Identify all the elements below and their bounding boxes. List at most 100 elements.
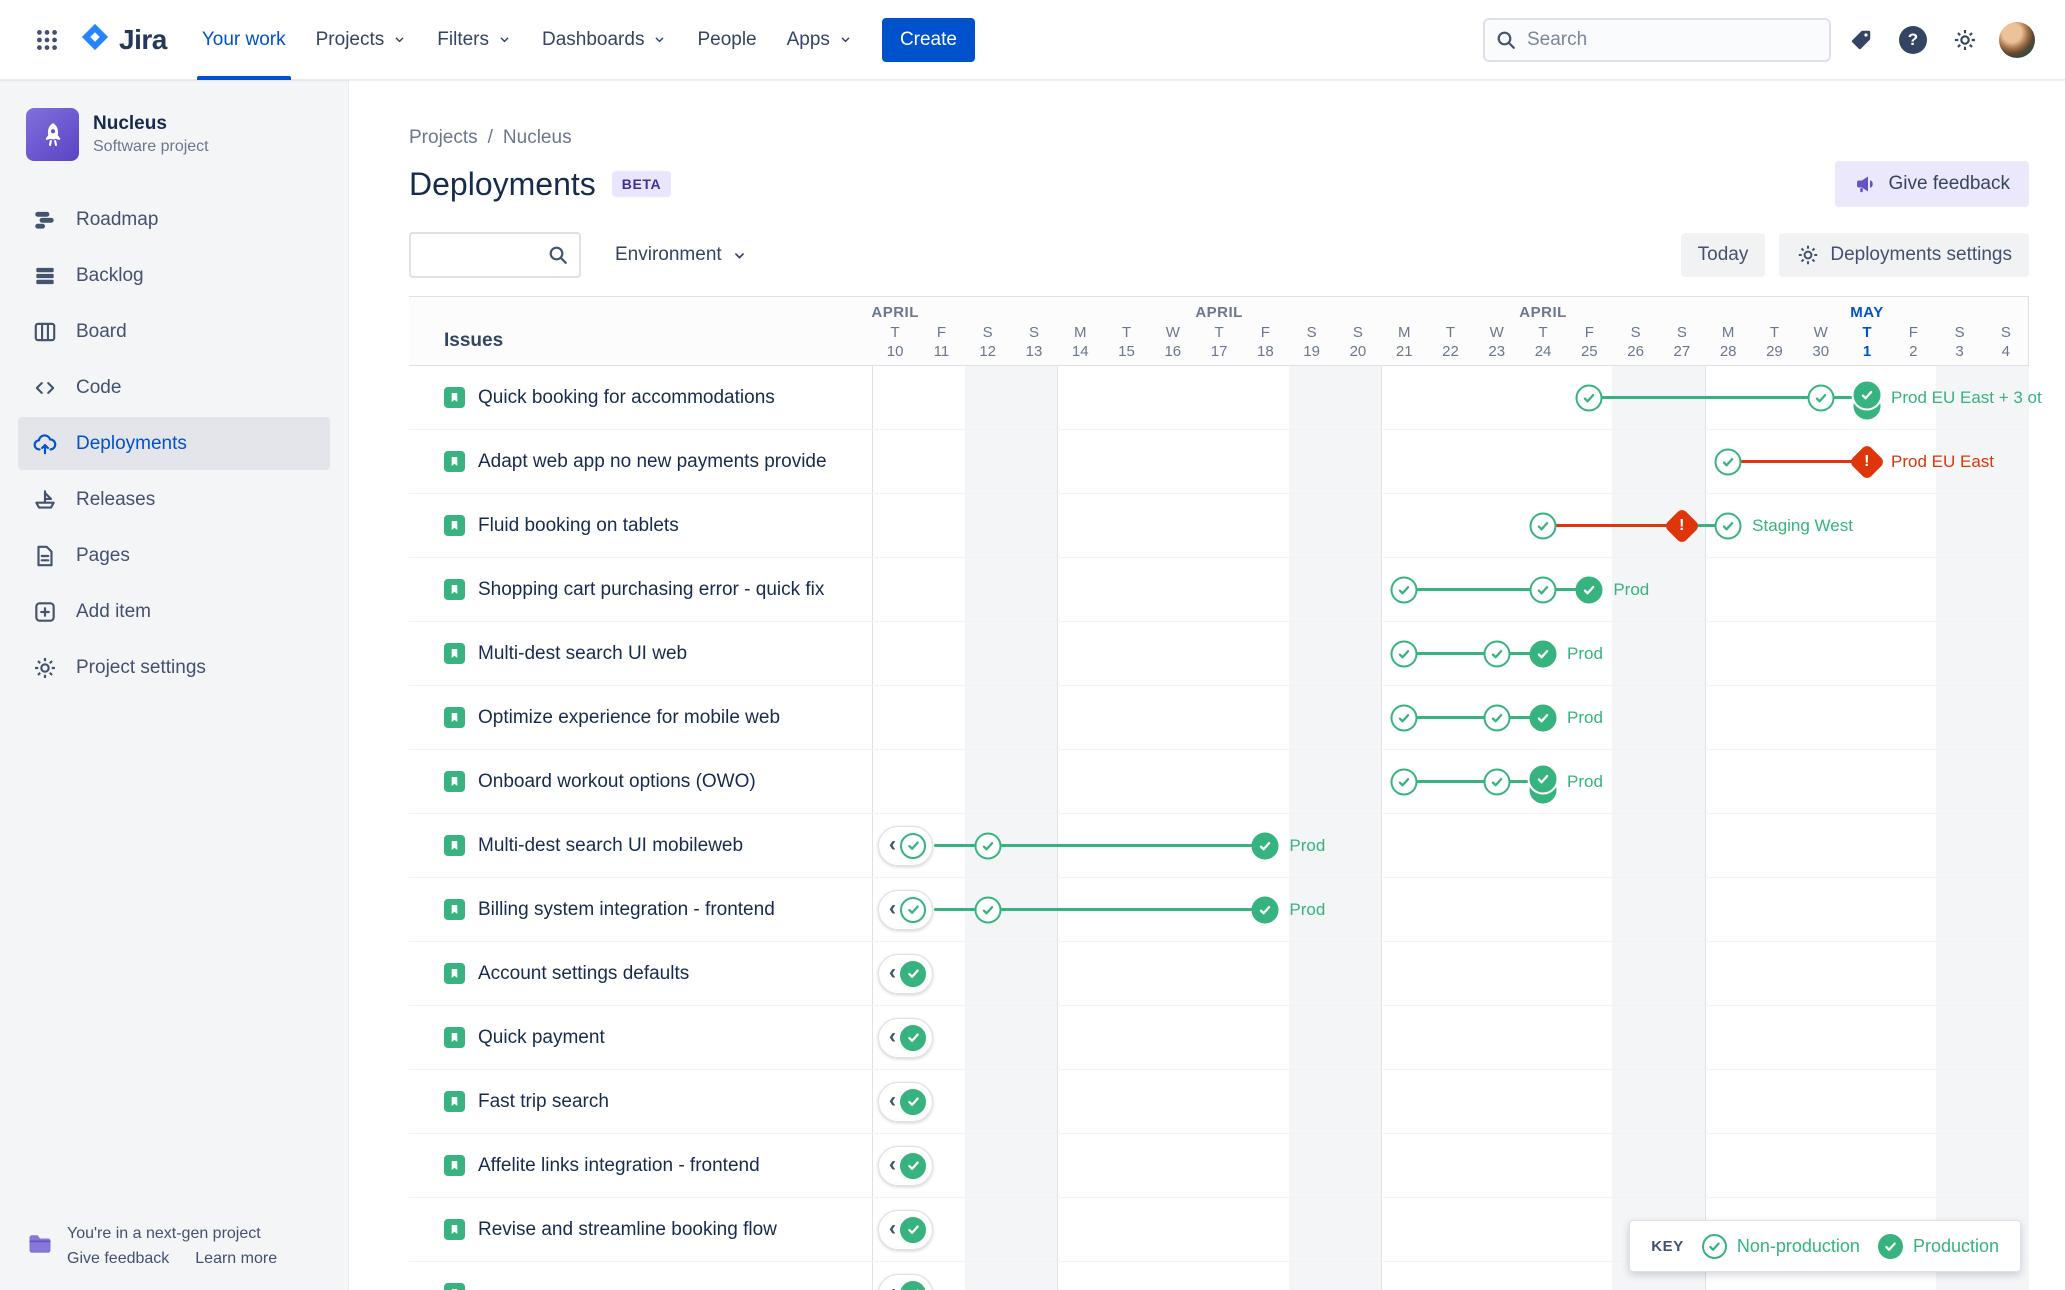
deployment-check-filled[interactable] (900, 1152, 926, 1179)
profile-button[interactable] (1995, 18, 2039, 62)
deployment-check-outline[interactable] (1390, 704, 1418, 731)
issue-row[interactable]: Affelite links integration - frontend ‹ (409, 1134, 2028, 1198)
issue-row[interactable]: Billing system integration - frontend ‹ Pr… (409, 878, 2028, 942)
learn-more-link[interactable]: Learn more (195, 1250, 277, 1268)
chevron-down-icon (841, 37, 850, 43)
deployment-check-filled[interactable] (900, 960, 926, 987)
issue-row[interactable]: Multi-dest search UI mobileweb ‹ Prod (409, 814, 2028, 878)
deployment-check-outline[interactable] (1714, 512, 1742, 539)
give-feedback-button[interactable]: Give feedback (1834, 161, 2029, 207)
deployment-check-filled[interactable] (1251, 896, 1279, 923)
deployment-track: ‹ (872, 1134, 2029, 1197)
sidebar-item-deployments[interactable]: Deployments (18, 417, 330, 470)
story-icon (444, 1155, 465, 1176)
deployment-check-filled[interactable] (900, 1216, 926, 1243)
deployment-check-outline[interactable] (1575, 384, 1603, 411)
deployment-check-outline[interactable] (1390, 640, 1418, 667)
nav-apps[interactable]: Apps (772, 0, 868, 80)
chevron-down-icon (656, 37, 664, 43)
help-icon[interactable]: ? (1891, 18, 1935, 62)
deployment-check-filled[interactable] (1529, 640, 1557, 667)
deployment-check-outline[interactable] (1483, 768, 1511, 795)
nav-people[interactable]: People (682, 0, 771, 80)
app-switcher-icon[interactable] (26, 19, 68, 61)
deployment-check-filled[interactable] (1529, 704, 1557, 731)
collapsed-deployments-pill[interactable]: ‹ (878, 953, 933, 994)
issue-row[interactable]: Multi-dest search UI web Prod (409, 622, 2028, 686)
issue-row[interactable]: Onboard workout options (OWO) Prod (409, 750, 2028, 814)
breadcrumb-nucleus[interactable]: Nucleus (503, 127, 572, 149)
deployment-check-filled[interactable] (900, 1024, 926, 1051)
collapsed-deployments-pill[interactable]: ‹ (878, 825, 933, 866)
nav-your-work[interactable]: Your work (187, 0, 301, 80)
project-header[interactable]: Nucleus Software project (18, 108, 330, 161)
deployment-check-filled[interactable] (1575, 576, 1603, 603)
issue-row[interactable]: Account settings defaults ‹ (409, 942, 2028, 1006)
deployment-check-outline[interactable] (900, 832, 926, 859)
sidebar-item-code[interactable]: Code (18, 361, 330, 414)
sidebar-item-pages[interactable]: Pages (18, 529, 330, 582)
deployment-check-outline[interactable] (1807, 384, 1835, 411)
collapsed-deployments-pill[interactable]: ‹ (878, 1209, 933, 1250)
today-button[interactable]: Today (1680, 233, 1766, 277)
issue-title: Shopping cart purchasing error - quick f… (478, 578, 825, 600)
nav-filters[interactable]: Filters (422, 0, 527, 80)
give-feedback-link[interactable]: Give feedback (67, 1250, 169, 1268)
deployment-check-filled[interactable] (1529, 765, 1557, 792)
deployment-check-outline[interactable] (1390, 576, 1418, 603)
deployment-connector-line (1589, 396, 1821, 399)
deployments-settings-button[interactable]: Deployments settings (1779, 233, 2029, 277)
deployment-check-filled[interactable] (1853, 381, 1881, 408)
environment-label: Prod EU East + 3 ot (1891, 387, 2042, 407)
create-button[interactable]: Create (881, 17, 975, 62)
global-search-input[interactable] (1483, 17, 1831, 62)
issue-row[interactable]: Quick payment ‹ (409, 1006, 2028, 1070)
settings-gear-icon[interactable] (1943, 18, 1987, 62)
nav-dashboards[interactable]: Dashboards (527, 0, 682, 80)
collapsed-deployments-pill[interactable]: ‹ (878, 1273, 933, 1290)
issue-row[interactable]: Shopping cart purchasing error - quick f… (409, 558, 2028, 622)
deployment-error-marker[interactable]: ! (1663, 507, 1701, 544)
issues-column-header: Issues (444, 330, 504, 351)
deployment-check-outline[interactable] (1483, 704, 1511, 731)
issue-row[interactable]: Quick booking for accommodations Prod EU … (409, 366, 2042, 430)
sidebar-item-board[interactable]: Board (18, 305, 330, 358)
environment-dropdown[interactable]: Environment (615, 244, 748, 266)
deployment-check-filled[interactable] (1251, 832, 1279, 859)
sidebar-item-project-settings[interactable]: Project settings (18, 641, 330, 694)
month-label: APRIL (871, 304, 919, 321)
nav-label: Dashboards (542, 28, 645, 50)
collapse-chevron-icon: ‹ (889, 896, 896, 920)
issue-row[interactable]: Optimize experience for mobile web Prod (409, 686, 2028, 750)
non-production-label: Non-production (1736, 1235, 1860, 1256)
day-column-header: S 13 (1025, 324, 1043, 360)
collapsed-deployments-pill[interactable]: ‹ (878, 1145, 933, 1186)
issue-row[interactable]: Fast trip search ‹ (409, 1070, 2028, 1134)
deployment-check-outline[interactable] (974, 896, 1002, 923)
deployment-check-outline[interactable] (1483, 640, 1511, 667)
jira-logo[interactable]: Jira (80, 22, 167, 57)
deployment-check-outline[interactable] (974, 832, 1002, 859)
deployment-check-outline[interactable] (1529, 576, 1557, 603)
breadcrumb-projects[interactable]: Projects (409, 127, 478, 149)
tag-icon[interactable] (1839, 18, 1883, 62)
chevron-down-icon (395, 37, 404, 43)
collapsed-deployments-pill[interactable]: ‹ (878, 1081, 933, 1122)
deployment-check-filled[interactable] (900, 1088, 926, 1115)
sidebar-item-releases[interactable]: Releases (18, 473, 330, 526)
deployment-check-filled[interactable] (900, 1280, 926, 1290)
sidebar-item-roadmap[interactable]: Roadmap (18, 193, 330, 246)
issue-row[interactable]: Fluid booking on tablets! Staging West (409, 494, 2028, 558)
collapsed-deployments-pill[interactable]: ‹ (878, 1017, 933, 1058)
issue-row[interactable]: Adapt web app no new payments provide! Pr… (409, 430, 2028, 494)
deployment-check-outline[interactable] (1714, 448, 1742, 475)
deployment-check-outline[interactable] (1390, 768, 1418, 795)
deployment-check-outline[interactable] (1529, 512, 1557, 539)
sidebar-item-backlog[interactable]: Backlog (18, 249, 330, 302)
nav-projects[interactable]: Projects (301, 0, 423, 80)
story-icon (444, 963, 465, 984)
sidebar-item-add-item[interactable]: Add item (18, 585, 330, 638)
collapsed-deployments-pill[interactable]: ‹ (878, 889, 933, 930)
deployment-error-marker[interactable]: ! (1848, 443, 1886, 480)
deployment-check-outline[interactable] (900, 896, 926, 923)
